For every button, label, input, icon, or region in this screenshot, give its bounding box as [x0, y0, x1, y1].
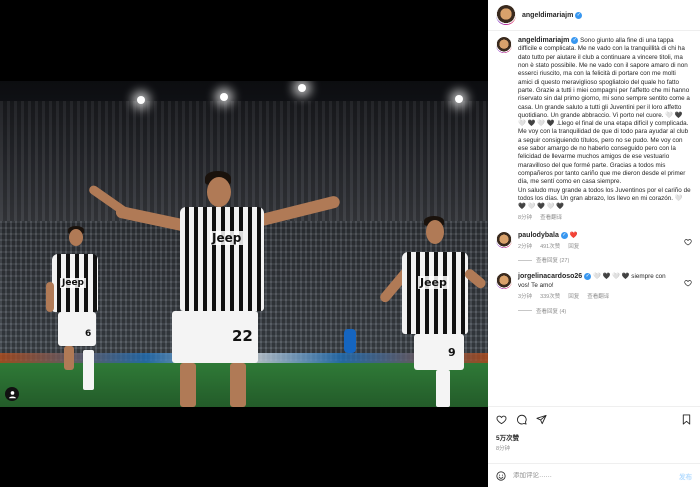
player-right: Jeep 9	[378, 216, 488, 407]
comment-likes[interactable]: 339次赞	[540, 293, 560, 301]
like-count[interactable]: 5万次赞	[496, 432, 692, 442]
reply-button[interactable]: 回复	[568, 243, 579, 251]
comments-list[interactable]: angeldimariajm ✓ Sono giunto alla fine di…	[488, 31, 700, 406]
comment-input[interactable]	[513, 472, 672, 479]
heart-outline-icon[interactable]	[496, 414, 507, 425]
floodlight	[137, 96, 145, 104]
post-time: 8分钟	[496, 446, 511, 452]
verified-badge-icon: ✓	[584, 273, 592, 281]
avatar[interactable]	[496, 5, 516, 25]
view-replies-label[interactable]: 查看回复 (4)	[536, 307, 566, 315]
post-photo[interactable]: Jeep 6 Jeep 22 Jeep 9	[0, 81, 488, 407]
floodlight	[298, 84, 306, 92]
floodlight	[220, 93, 228, 101]
caption-author[interactable]: angeldimariajm	[518, 37, 569, 44]
view-replies-label[interactable]: 查看回复 (27)	[536, 256, 569, 264]
comment-icon[interactable]	[516, 414, 527, 425]
view-replies[interactable]: 查看回复 (27)	[518, 256, 692, 264]
translate-link[interactable]: 查看翻译	[587, 293, 609, 301]
comment-username[interactable]: paulodybala	[518, 232, 559, 239]
shirt-sponsor: Jeep	[210, 231, 244, 245]
post-comment-button[interactable]: 发布	[679, 471, 692, 481]
comment-likes[interactable]: 491次赞	[540, 243, 560, 251]
shirt-sponsor: Jeep	[418, 276, 449, 289]
verified-badge-icon: ✓	[571, 37, 579, 44]
comment-time: 2分钟	[518, 244, 533, 251]
shorts-number: 9	[448, 346, 456, 359]
comment-item: jorgelinacardoso26 ✓ 🤍 🖤 🤍 🖤 siempre con …	[496, 273, 692, 315]
caption-text: Sono giunto alla fine di una tappa diffi…	[518, 37, 690, 186]
player-main: Jeep 22	[80, 171, 370, 407]
user-tag-icon[interactable]	[5, 387, 19, 401]
post-header: angeldimariajm ✓	[488, 0, 700, 31]
comment-item: paulodybala ✓ ❤️ 2分钟 491次赞 回复 查看回复 (27)	[496, 231, 692, 264]
avatar[interactable]	[496, 273, 512, 290]
reply-button[interactable]: 回复	[568, 293, 579, 301]
comment-time: 3分钟	[518, 294, 533, 301]
avatar[interactable]	[496, 37, 512, 53]
author-username[interactable]: angeldimariajm	[522, 12, 573, 19]
view-replies[interactable]: 查看回复 (4)	[518, 307, 692, 315]
post-side-panel: angeldimariajm ✓ angeldimariajm ✓ Sono gi…	[488, 0, 700, 487]
caption: angeldimariajm ✓ Sono giunto alla fine di…	[496, 37, 692, 223]
bookmark-icon[interactable]	[681, 414, 692, 425]
verified-badge-icon: ✓	[575, 11, 583, 19]
caption-text-2: Un saludo muy grande a todos los Juventi…	[518, 186, 691, 211]
comment-username[interactable]: jorgelinacardoso26	[518, 274, 582, 281]
heart-outline-icon[interactable]	[684, 238, 692, 246]
floodlight	[455, 95, 463, 103]
shorts-number: 22	[232, 327, 253, 345]
heart-outline-icon[interactable]	[684, 279, 692, 287]
post-actions: 5万次赞 8分钟	[488, 406, 700, 463]
emoji-icon[interactable]	[496, 470, 506, 481]
comment-text: ❤️	[569, 231, 578, 239]
share-icon[interactable]	[536, 414, 547, 425]
verified-badge-icon: ✓	[560, 231, 568, 239]
avatar[interactable]	[496, 231, 512, 248]
translate-link[interactable]: 查看翻译	[540, 214, 562, 222]
caption-time: 8分钟	[518, 215, 533, 222]
post-media: Jeep 6 Jeep 22 Jeep 9	[0, 0, 488, 487]
add-comment-bar: 发布	[488, 463, 700, 487]
